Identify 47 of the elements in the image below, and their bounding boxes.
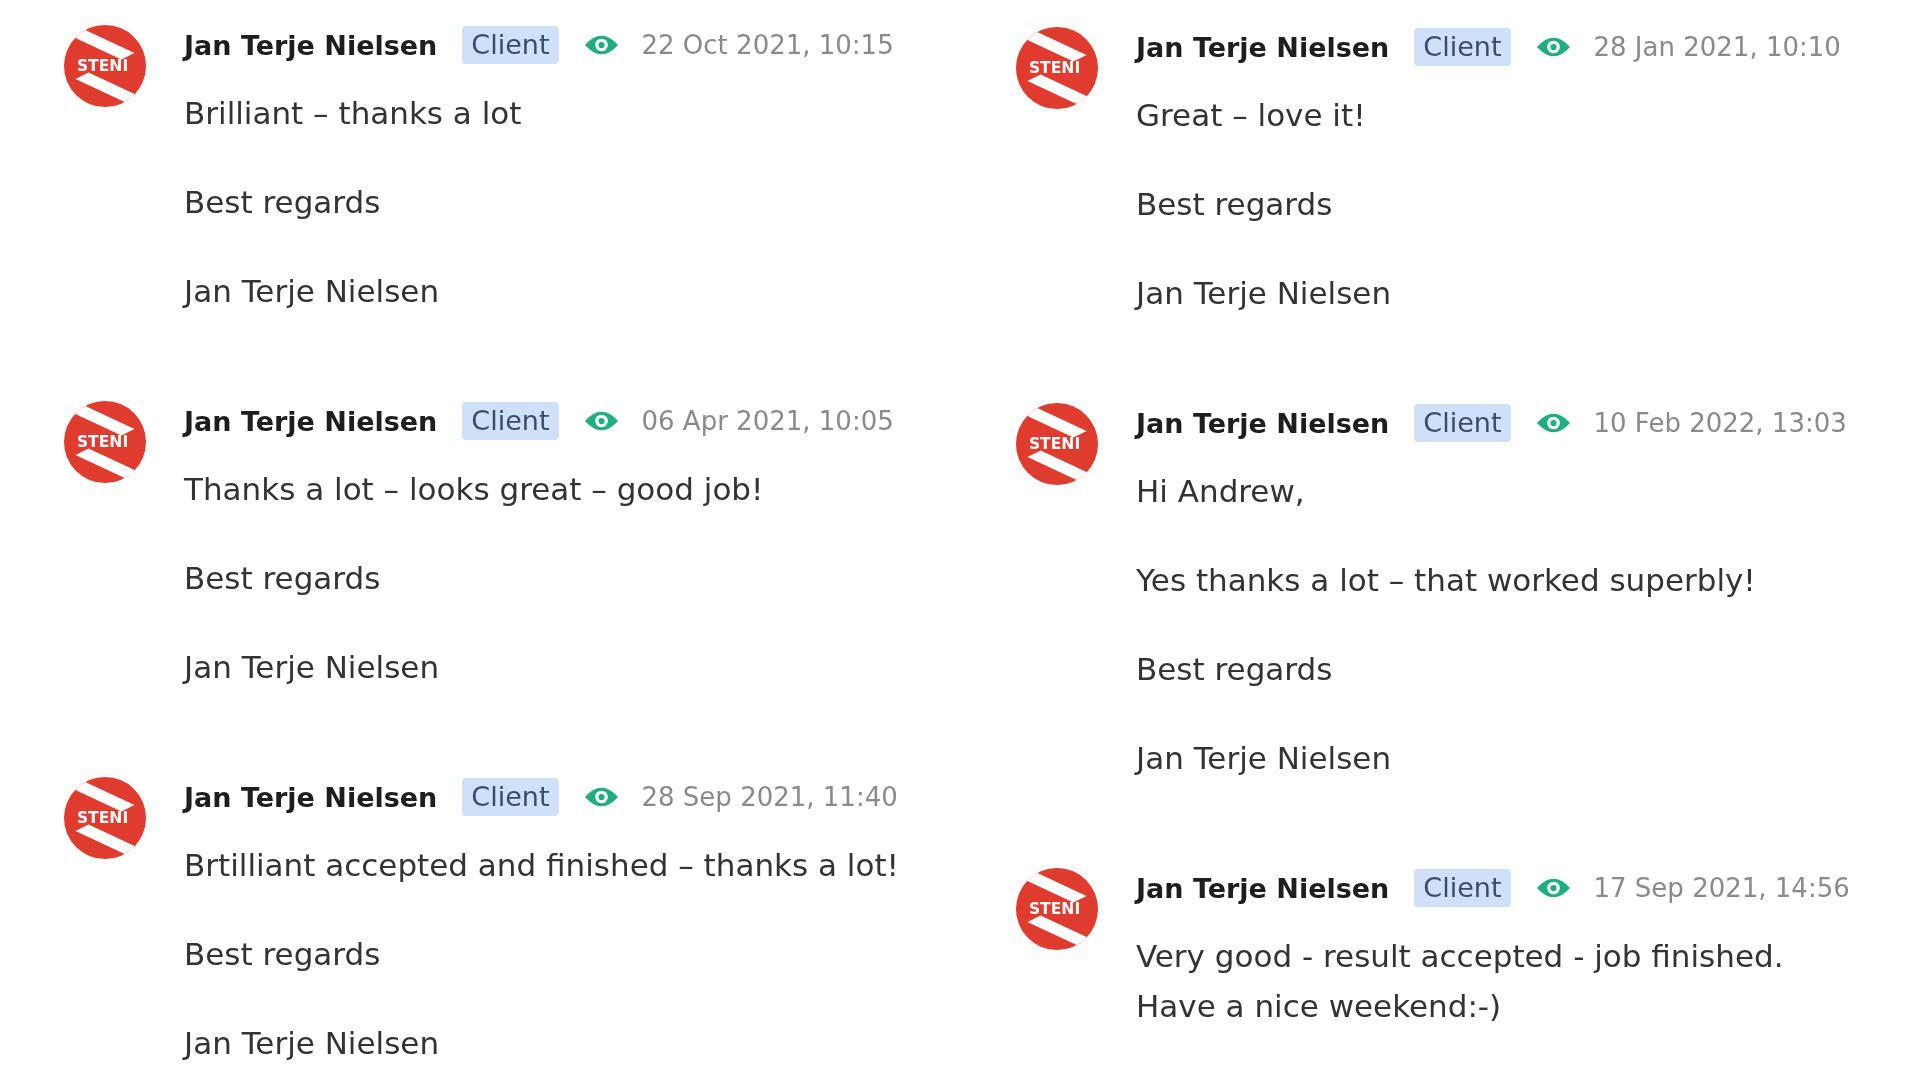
message-timestamp: 22 Oct 2021, 10:15 [641,30,894,60]
message-text: Great – love it! [1136,96,1367,135]
role-badge: Client [462,778,559,816]
message-timestamp: 06 Apr 2021, 10:05 [641,406,894,436]
eye-icon [583,409,619,433]
logo-text: STENI [76,808,129,827]
eye-icon [1535,35,1571,59]
message-text: Best regards [184,183,382,222]
message-text: Best regards [184,559,382,598]
message-timestamp: 28 Jan 2021, 10:10 [1593,32,1841,62]
message-text: Brilliant – thanks a lot [184,94,523,133]
message-text: Jan Terje Nielsen [1136,739,1393,778]
message-text: Best regards [1136,185,1334,224]
message-timestamp: 17 Sep 2021, 14:56 [1593,873,1850,903]
author-name: Jan Terje Nielsen [1136,31,1390,63]
message-text: Jan Terje Nielsen [184,272,441,311]
message-text: Hi Andrew, [1136,472,1306,511]
message-timestamp: 10 Feb 2022, 13:03 [1593,408,1847,438]
message-text: Best regards [1136,650,1334,689]
role-badge: Client [1414,869,1511,907]
author-name: Jan Terje Nielsen [184,781,438,813]
logo-text: STENI [1028,58,1081,77]
message-text: Brtilliant accepted and finished – thanks a lot! [184,846,899,885]
author-name: Jan Terje Nielsen [184,405,438,437]
message-text: Yes thanks a lot – that worked superbly! [1136,561,1757,600]
logo-text: STENI [76,432,129,451]
logo-text: STENI [76,56,129,75]
eye-icon [583,785,619,809]
message-text: Jan Terje Nielsen [1136,274,1393,313]
message-text: Thanks a lot – looks great – good job! [184,470,765,509]
author-name: Jan Terje Nielsen [184,29,438,61]
message-text: Jan Terje Nielsen [184,1024,441,1063]
role-badge: Client [1414,28,1511,66]
role-badge: Client [1414,404,1511,442]
logo-text: STENI [1028,899,1081,918]
message-timestamp: 28 Sep 2021, 11:40 [641,782,898,812]
eye-icon [583,33,619,57]
author-name: Jan Terje Nielsen [1136,872,1390,904]
message-text: Very good - result accepted - job finished. Have a nice weekend:-) [1136,937,1785,1026]
eye-icon [1535,411,1571,435]
author-name: Jan Terje Nielsen [1136,407,1390,439]
role-badge: Client [462,402,559,440]
eye-icon [1535,876,1571,900]
role-badge: Client [462,26,559,64]
logo-text: STENI [1028,434,1081,453]
message-text: Jan Terje Nielsen [184,648,441,687]
message-text: Best regards [184,935,382,974]
